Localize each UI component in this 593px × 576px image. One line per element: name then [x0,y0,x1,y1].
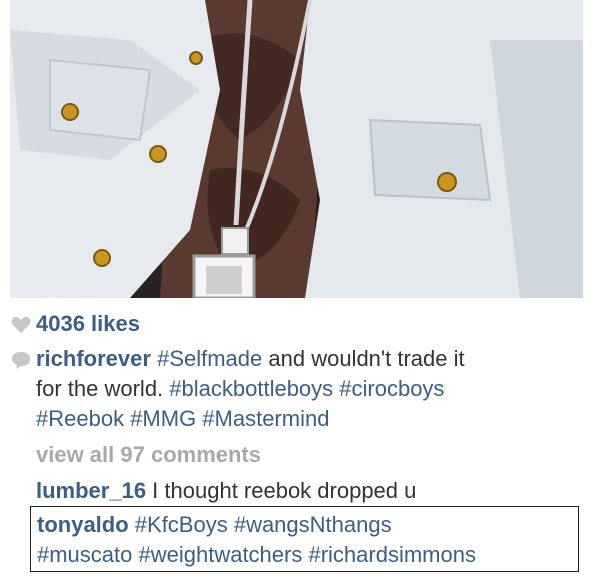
comment-username[interactable]: tonyaldo [37,512,129,537]
post-photo[interactable] [10,0,583,298]
heart-icon[interactable] [10,314,32,336]
caption-text: and wouldn't trade it [262,346,465,371]
hashtag[interactable]: #Reebok #MMG #Mastermind [36,406,329,431]
hashtag[interactable]: #KfcBoys #wangsNthangs [129,512,392,537]
comment-text: I thought reebok dropped u [146,478,417,503]
hashtag[interactable]: #blackbottleboys #cirocboys [169,376,444,401]
comment: tonyaldo #KfcBoys #wangsNthangs #muscato… [37,510,582,570]
comment: lumber_16 I thought reebok dropped u [36,476,416,506]
speech-bubble-icon [10,349,32,371]
comment-username[interactable]: lumber_16 [36,478,146,503]
likes-count[interactable]: 4036 likes [36,309,140,339]
view-all-comments-link[interactable]: view all 97 comments [36,440,261,470]
caption-text: for the world. [36,376,170,401]
caption-username[interactable]: richforever [36,346,151,371]
hashtag[interactable]: #muscato #weightwatchers #richardsimmons [37,542,476,567]
hashtag[interactable]: #Selfmade [157,346,262,371]
post-caption: richforever #Selfmade and wouldn't trade… [36,344,581,434]
